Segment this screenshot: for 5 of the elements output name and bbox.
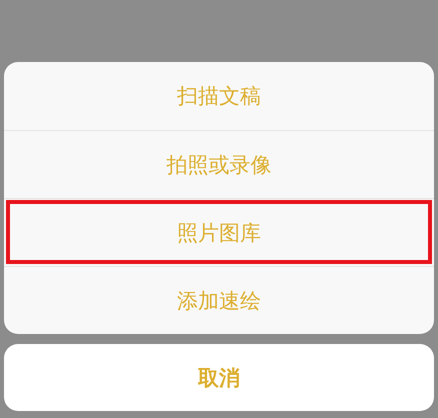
menu-option[interactable]: 扫描文稿 [4, 62, 434, 130]
menu-option[interactable]: 添加速绘 [4, 266, 434, 334]
menu-option[interactable]: 照片图库 [4, 198, 434, 266]
menu-option[interactable]: 拍照或录像 [4, 130, 434, 198]
cancel-button[interactable]: 取消 [4, 344, 434, 411]
